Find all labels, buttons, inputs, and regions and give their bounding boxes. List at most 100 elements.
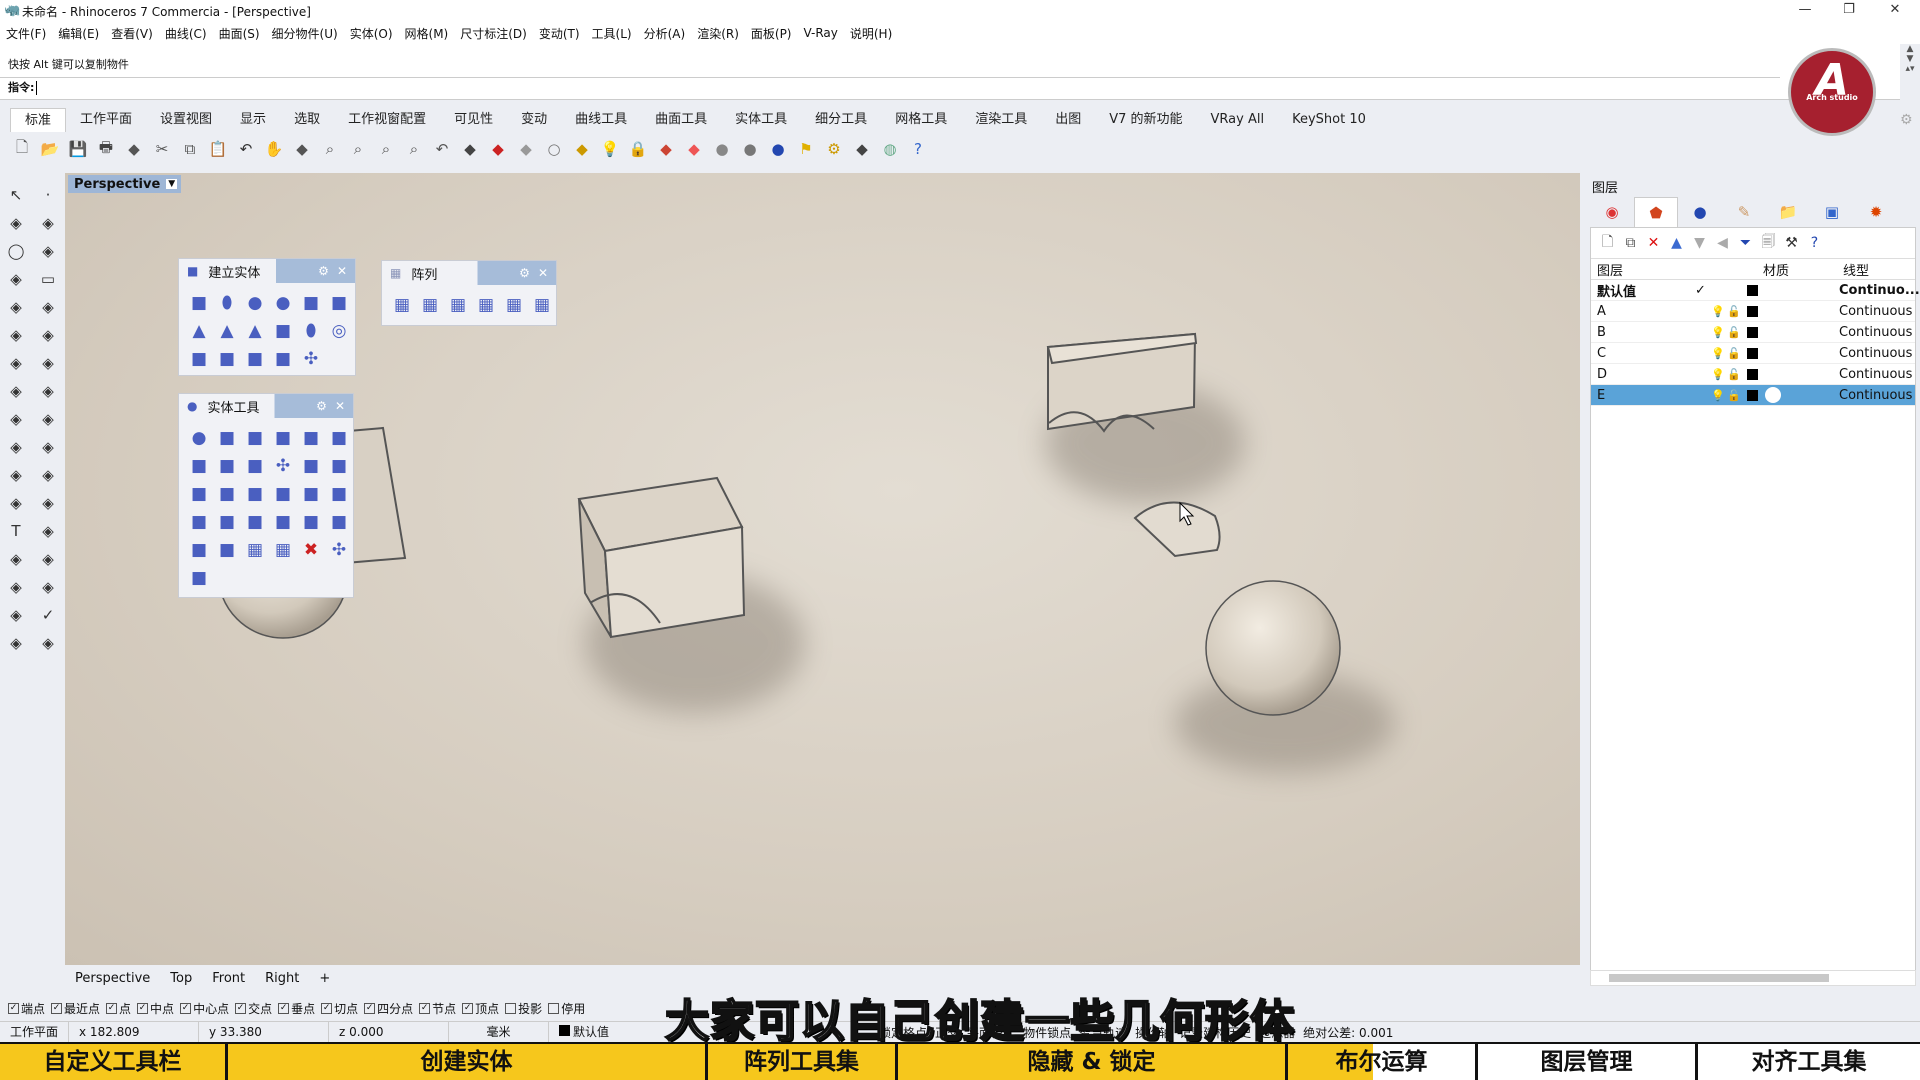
fillet-tool-icon[interactable]: ◈ (34, 295, 62, 319)
rotate-face-icon[interactable]: ■ (241, 508, 269, 536)
boolean-tool-icon[interactable]: ◈ (34, 351, 62, 375)
dimension-tool-icon[interactable]: ◈ (2, 603, 30, 627)
extrude-surface-icon[interactable]: ■ (269, 345, 297, 373)
checkbox[interactable]: ✓ (8, 1002, 19, 1014)
split-icon[interactable]: ■ (269, 424, 297, 452)
offset-icon[interactable]: ■ (213, 452, 241, 480)
rotate-tool-icon[interactable]: ◈ (34, 491, 62, 515)
sphere-grey-icon[interactable]: ● (738, 137, 762, 161)
layer-color-swatch[interactable] (1747, 347, 1758, 359)
move-tool-icon[interactable]: ◈ (2, 491, 30, 515)
revolve-tool-icon[interactable]: ◈ (34, 323, 62, 347)
snap-tool-icon[interactable]: ◈ (34, 519, 62, 543)
rect-array-icon[interactable]: ▦ (388, 291, 416, 319)
create-solid-icon[interactable]: ■ (297, 424, 325, 452)
pipe-icon[interactable]: ■ (185, 345, 213, 373)
chapter-progress-bar[interactable]: 自定义工具栏 创建实体 阵列工具集 隐藏 & 锁定 布尔运算 图层管理 对齐工具集 (0, 1042, 1920, 1080)
sun-icon[interactable]: ✹ (1854, 197, 1898, 227)
lightbulb-icon[interactable]: 💡 (1711, 326, 1725, 339)
menu-item[interactable]: 曲面(S) (219, 25, 260, 42)
gear-icon[interactable]: ⚙ (318, 264, 329, 278)
menu-item[interactable]: 查看(V) (111, 25, 153, 42)
menu-item[interactable]: 渲染(R) (697, 25, 739, 42)
flag-icon[interactable]: ⚑ (794, 137, 818, 161)
checkbox[interactable]: ✓ (180, 1002, 192, 1014)
osnap-7[interactable]: ✓ 切点 (321, 1000, 358, 1017)
layer-color-swatch[interactable] (1747, 326, 1758, 338)
tab-3[interactable]: 显示 (226, 108, 280, 132)
torus-icon[interactable]: ◎ (325, 317, 353, 345)
tab-8[interactable]: 曲线工具 (561, 108, 641, 132)
filter-icon[interactable]: ⏷ (1735, 231, 1756, 255)
osnap-4[interactable]: ✓ 中心点 (180, 1000, 229, 1017)
close-icon[interactable]: ✕ (337, 264, 347, 278)
point-tool-icon[interactable]: · (34, 183, 62, 207)
layer-row[interactable]: C 💡 🔓 Continuous (1591, 343, 1915, 364)
move-untrimmed-icon[interactable]: ■ (297, 480, 325, 508)
align-tool-icon[interactable]: ◈ (34, 575, 62, 599)
status-plane[interactable]: 工作平面 (0, 1021, 70, 1043)
menu-item[interactable]: 分析(A) (644, 25, 686, 42)
drill-place-icon[interactable]: ■ (213, 536, 241, 564)
help-panel-icon[interactable]: ▣ (1810, 197, 1854, 227)
scale-tool-icon[interactable]: ◈ (34, 547, 62, 571)
paraboloid-icon[interactable]: ■ (325, 289, 353, 317)
undo-icon[interactable]: ↶ (234, 137, 258, 161)
arc-tool-icon[interactable]: ◈ (34, 239, 62, 263)
menu-item[interactable]: 变动(T) (539, 25, 580, 42)
trim-tool-icon[interactable]: ◈ (34, 407, 62, 431)
split-tool-icon[interactable]: ◈ (2, 435, 30, 459)
extrude-tool-icon[interactable]: ◈ (2, 379, 30, 403)
hole-icon[interactable]: ■ (269, 508, 297, 536)
open-icon[interactable]: 📂 (38, 137, 62, 161)
viewport-menu-dropdown-icon[interactable]: ▼ (166, 179, 178, 189)
close-icon[interactable]: ✕ (538, 266, 548, 280)
surface-tool-icon[interactable]: ◈ (2, 323, 30, 347)
chapter-6[interactable]: 对齐工具集 (1698, 1044, 1920, 1080)
pan-icon[interactable]: ✋ (262, 137, 286, 161)
osnap-3[interactable]: ✓ 中点 (137, 1000, 174, 1017)
union-icon[interactable]: ● (185, 424, 213, 452)
move-edge-icon[interactable]: ■ (269, 480, 297, 508)
checkbox[interactable]: ✓ (364, 1002, 376, 1014)
lightbulb-icon[interactable]: 💡 (1711, 347, 1725, 360)
ellipse-tool-icon[interactable]: ◈ (2, 295, 30, 319)
hole-array-icon[interactable]: ▦ (241, 536, 269, 564)
cylinder-icon[interactable]: ⬮ (213, 289, 241, 317)
pipe-tool-icon[interactable]: ◈ (34, 379, 62, 403)
new-icon[interactable]: 🗋 (10, 137, 34, 161)
osnap-10[interactable]: ✓ 顶点 (462, 1000, 499, 1017)
tab-11[interactable]: 细分工具 (801, 108, 881, 132)
layer-row[interactable]: 默认值 ✓ Continuo... (1591, 280, 1920, 301)
osnap-5[interactable]: ✓ 交点 (235, 1000, 272, 1017)
checkbox[interactable]: ✓ (278, 1002, 290, 1014)
checkbox[interactable]: ✓ (235, 1002, 247, 1014)
mirror-tool-icon[interactable]: ◈ (2, 547, 30, 571)
sphere-blue-icon[interactable]: ● (766, 137, 790, 161)
lightbulb-icon[interactable]: 💡 (1711, 368, 1725, 381)
polar-array-icon[interactable]: ▦ (416, 291, 444, 319)
delete-icon[interactable]: ✕ (1643, 231, 1664, 255)
unlock-icon[interactable]: 🔓 (1727, 389, 1741, 402)
sphere-points-icon[interactable]: ● (269, 289, 297, 317)
sphere-render-icon[interactable]: ● (710, 137, 734, 161)
explode-tool-icon[interactable]: ◈ (2, 407, 30, 431)
tab-2[interactable]: 设置视图 (146, 108, 226, 132)
drill-icon[interactable]: ■ (185, 536, 213, 564)
copy-icon[interactable]: ⧉ (178, 137, 202, 161)
gear-icon[interactable]: ⚙ (519, 266, 530, 280)
points-icon[interactable]: ◆ (570, 137, 594, 161)
osnap-11[interactable]: 投影 (505, 1000, 542, 1017)
surface-curve-array-icon[interactable]: ▦ (500, 291, 528, 319)
settings-gear-icon[interactable]: ⚙ (1900, 112, 1913, 128)
status-toggle[interactable]: 绝对公差: 0.001 (1303, 1024, 1393, 1041)
layer-row[interactable]: A 💡 🔓 Continuous (1591, 301, 1915, 322)
folder-icon[interactable]: 📁 (1766, 197, 1810, 227)
new-sublayer-icon[interactable]: ⧉ (1620, 231, 1641, 255)
split-face-icon[interactable]: ■ (213, 508, 241, 536)
tab-15[interactable]: V7 的新功能 (1095, 108, 1196, 132)
car-icon[interactable]: ◆ (486, 137, 510, 161)
tab-17[interactable]: KeyShot 10 (1278, 108, 1380, 132)
chamfer-icon[interactable]: ■ (185, 480, 213, 508)
menu-item[interactable]: 面板(P) (751, 25, 792, 42)
